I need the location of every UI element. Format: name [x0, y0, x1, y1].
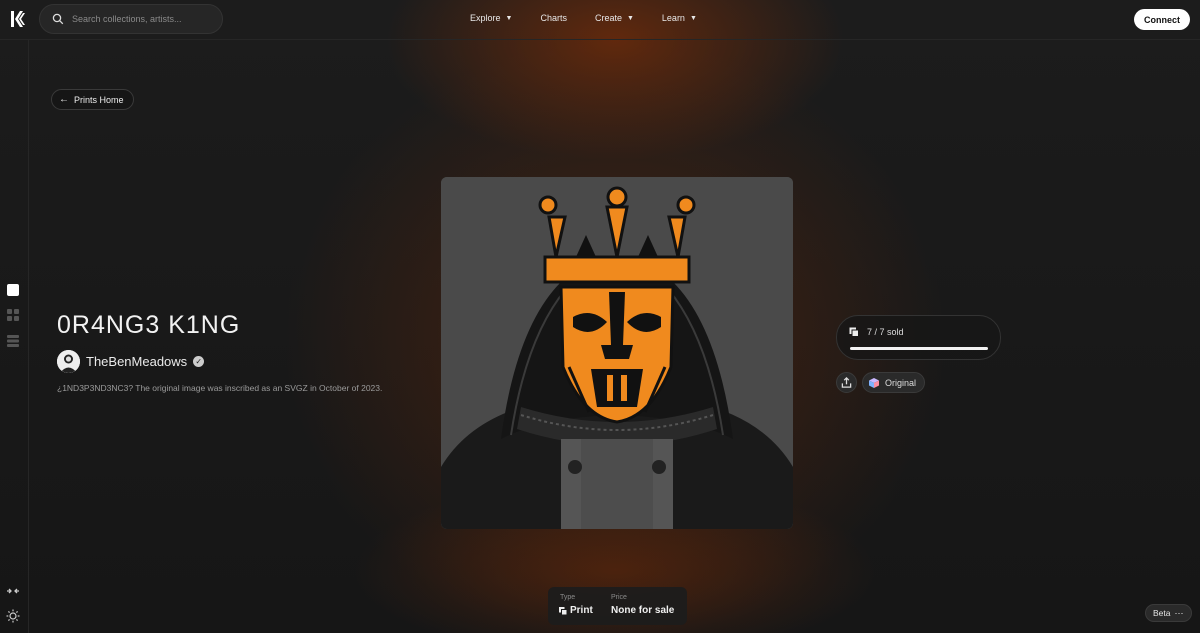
nav-charts-label: Charts	[540, 13, 567, 23]
price-label: Price	[611, 594, 627, 601]
share-button[interactable]	[836, 372, 857, 393]
original-label: Original	[885, 377, 917, 388]
left-rail	[0, 40, 29, 633]
theme-toggle-icon[interactable]	[6, 609, 20, 623]
chevron-down-icon: ▼	[689, 14, 697, 22]
item-info-panel: Type Print Price None for sale	[548, 587, 687, 625]
sold-progress-bar	[850, 347, 988, 350]
artwork-image[interactable]	[441, 177, 793, 529]
single-view-icon[interactable]	[6, 283, 20, 297]
avatar	[57, 350, 80, 373]
type-label: Type	[560, 594, 576, 601]
sold-progress-fill	[850, 347, 988, 350]
description: ¿1ND3P3ND3NC3? The original image was in…	[57, 383, 383, 393]
beta-button[interactable]: Beta ⋯	[1145, 604, 1192, 622]
nav-explore[interactable]: Explore ▼	[470, 13, 512, 23]
search-bar[interactable]	[39, 4, 223, 34]
sold-row: 7 / 7 sold	[849, 327, 904, 337]
verified-icon: ✓	[193, 356, 205, 367]
type-value-text: Print	[570, 605, 593, 616]
list-view-icon[interactable]	[6, 334, 20, 348]
arrow-left-icon: ←	[59, 94, 69, 105]
search-icon	[52, 13, 64, 25]
grid-view-icon[interactable]	[6, 308, 20, 322]
chevron-down-icon: ▼	[626, 14, 634, 22]
connect-button[interactable]: Connect	[1134, 9, 1190, 30]
chevron-down-icon: ▼	[505, 14, 513, 22]
search-input[interactable]	[72, 14, 212, 24]
sold-status: 7 / 7 sold	[836, 315, 1001, 360]
logo-icon[interactable]	[9, 10, 27, 28]
beta-label: Beta	[1153, 608, 1171, 618]
print-icon	[559, 606, 567, 615]
sold-text: 7 / 7 sold	[867, 327, 904, 337]
original-button[interactable]: Original	[862, 372, 926, 393]
collapse-icon[interactable]	[6, 585, 20, 597]
more-icon: ⋯	[1174, 607, 1184, 618]
nav-create-label: Create	[594, 13, 622, 23]
page-title: 0R4NG3 K1NG	[57, 311, 241, 339]
prints-home-button[interactable]: ← Prints Home	[51, 89, 134, 110]
nav-learn[interactable]: Learn ▼	[662, 13, 697, 23]
cube-icon	[869, 377, 879, 388]
nav-learn-label: Learn	[661, 13, 685, 23]
main-nav: Explore ▼ Charts Create ▼ Learn ▼	[470, 13, 725, 23]
nav-create[interactable]: Create ▼	[595, 13, 634, 23]
nav-explore-label: Explore	[470, 13, 501, 23]
share-icon	[841, 377, 852, 388]
artist-row[interactable]: TheBenMeadows ✓	[57, 350, 205, 373]
nav-charts[interactable]: Charts	[540, 13, 567, 23]
artist-name: TheBenMeadows	[86, 354, 188, 369]
type-value: Print	[559, 605, 593, 616]
top-bar: Explore ▼ Charts Create ▼ Learn ▼ Connec…	[0, 0, 1200, 40]
prints-home-label: Prints Home	[74, 94, 124, 105]
copies-icon	[849, 327, 859, 337]
price-value: None for sale	[611, 605, 675, 616]
